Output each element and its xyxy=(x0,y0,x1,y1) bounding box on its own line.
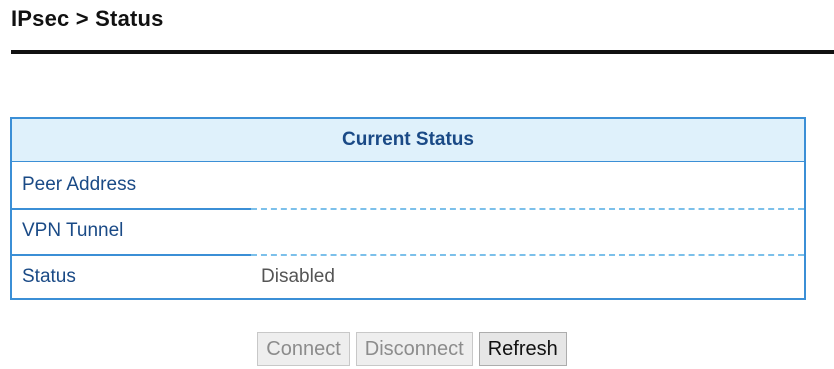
button-group: Connect Disconnect Refresh xyxy=(257,332,567,366)
connect-button[interactable]: Connect xyxy=(257,332,350,366)
table-row-status: Status Disabled xyxy=(12,254,804,300)
page-title: IPsec > Status xyxy=(11,6,164,31)
table-row-peer-address: Peer Address xyxy=(12,162,804,210)
row-label: Peer Address xyxy=(22,174,137,195)
refresh-button[interactable]: Refresh xyxy=(478,332,567,366)
title-divider xyxy=(11,50,834,54)
action-buttons: Connect Disconnect Refresh xyxy=(0,332,834,366)
current-status-table: Current Status Peer Address VPN Tunnel S… xyxy=(10,117,806,300)
table-row-vpn-tunnel: VPN Tunnel xyxy=(12,208,804,256)
disconnect-button[interactable]: Disconnect xyxy=(355,332,473,366)
row-label: VPN Tunnel xyxy=(22,220,124,241)
row-label: Status xyxy=(22,266,76,287)
ipsec-status-page: IPsec > Status Current Status Peer Addre… xyxy=(0,0,834,369)
table-header: Current Status xyxy=(12,119,804,162)
status-value: Disabled xyxy=(261,266,335,287)
